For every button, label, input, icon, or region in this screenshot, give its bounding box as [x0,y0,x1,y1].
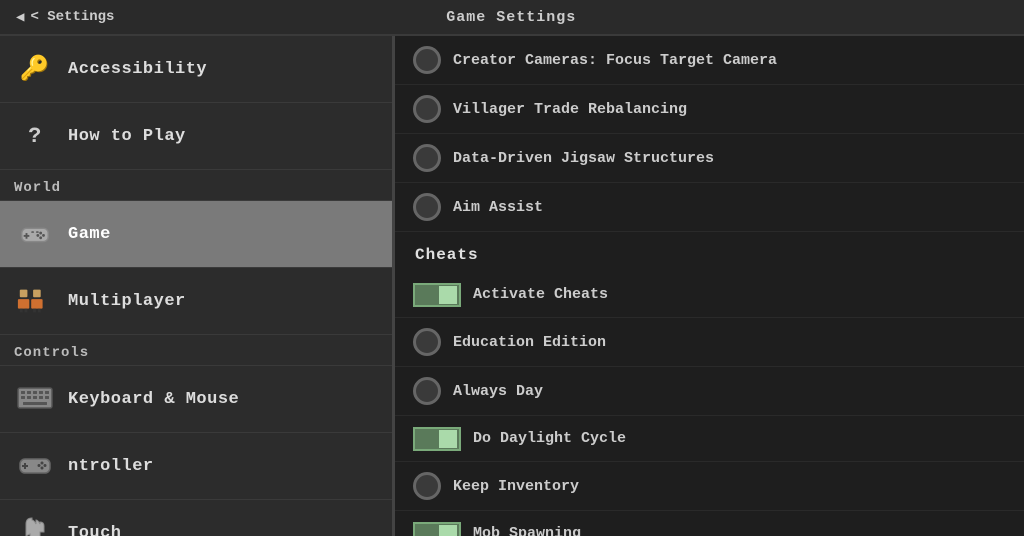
sidebar-label-keyboard-mouse: Keyboard & Mouse [68,390,239,409]
sidebar-item-game[interactable]: Game [0,201,392,268]
setting-row-always-day[interactable]: Always Day [395,367,1024,416]
label-keep-inventory: Keep Inventory [453,478,579,495]
section-world: World [0,170,392,201]
page-title: Game Settings [446,9,576,26]
label-mob-spawning: Mob Spawning [473,525,581,536]
setting-row-aim-assist[interactable]: Aim Assist [395,183,1024,232]
sidebar-label-how-to-play: How to Play [68,127,186,146]
toggle-mob-spawning[interactable] [413,522,461,536]
toggle-data-driven[interactable] [413,144,441,172]
sidebar-item-keyboard-mouse[interactable]: Keyboard & Mouse [0,366,392,433]
main-layout: 🔑 Accessibility ? How to Play World [0,36,1024,536]
label-data-driven: Data-Driven Jigsaw Structures [453,150,714,167]
toggle-do-daylight-cycle[interactable] [413,427,461,451]
multiplayer-icon [16,282,54,320]
sidebar-item-touch[interactable]: Touch [0,500,392,536]
label-creator-cameras: Creator Cameras: Focus Target Camera [453,52,777,69]
setting-row-villager-trade[interactable]: Villager Trade Rebalancing [395,85,1024,134]
setting-row-data-driven[interactable]: Data-Driven Jigsaw Structures [395,134,1024,183]
label-do-daylight-cycle: Do Daylight Cycle [473,430,626,447]
sidebar-item-accessibility[interactable]: 🔑 Accessibility [0,36,392,103]
sidebar-label-accessibility: Accessibility [68,60,207,79]
sidebar-label-game: Game [68,225,111,244]
label-always-day: Always Day [453,383,543,400]
back-label: < Settings [30,9,114,25]
cheats-section-header: Cheats [395,232,1024,272]
controller-icon [16,447,54,485]
setting-row-education-edition[interactable]: Education Edition [395,318,1024,367]
section-controls: Controls [0,335,392,366]
app-header: ◀ < Settings Game Settings [0,0,1024,36]
sidebar-label-controller: ntroller [68,457,154,476]
sidebar-item-how-to-play[interactable]: ? How to Play [0,103,392,170]
cheat-list: Activate Cheats Education Edition Always D… [395,272,1024,536]
toggle-keep-inventory[interactable] [413,472,441,500]
experiment-list: Creator Cameras: Focus Target Camera Vill… [395,36,1024,232]
setting-row-keep-inventory[interactable]: Keep Inventory [395,462,1024,511]
setting-row-mob-spawning[interactable]: Mob Spawning [395,511,1024,536]
sidebar-item-multiplayer[interactable]: Multiplayer [0,268,392,335]
sidebar-item-controller[interactable]: ntroller [0,433,392,500]
label-education-edition: Education Edition [453,334,606,351]
toggle-creator-cameras[interactable] [413,46,441,74]
setting-row-activate-cheats[interactable]: Activate Cheats [395,272,1024,318]
toggle-always-day[interactable] [413,377,441,405]
content-panel: Creator Cameras: Focus Target Camera Vill… [395,36,1024,536]
back-button[interactable]: ◀ < Settings [16,9,114,26]
label-aim-assist: Aim Assist [453,199,543,216]
keyboard-icon [16,380,54,418]
sidebar-label-touch: Touch [68,524,122,536]
toggle-aim-assist[interactable] [413,193,441,221]
sidebar-label-multiplayer: Multiplayer [68,292,186,311]
gamepad-icon [16,215,54,253]
toggle-education-edition[interactable] [413,328,441,356]
question-icon: ? [16,117,54,155]
toggle-villager-trade[interactable] [413,95,441,123]
touch-icon [16,514,54,536]
back-arrow-icon: ◀ [16,9,24,26]
sidebar: 🔑 Accessibility ? How to Play World [0,36,395,536]
key-icon: 🔑 [16,50,54,88]
label-activate-cheats: Activate Cheats [473,286,608,303]
toggle-activate-cheats[interactable] [413,283,461,307]
setting-row-do-daylight-cycle[interactable]: Do Daylight Cycle [395,416,1024,462]
label-villager-trade: Villager Trade Rebalancing [453,101,687,118]
setting-row-creator-cameras[interactable]: Creator Cameras: Focus Target Camera [395,36,1024,85]
